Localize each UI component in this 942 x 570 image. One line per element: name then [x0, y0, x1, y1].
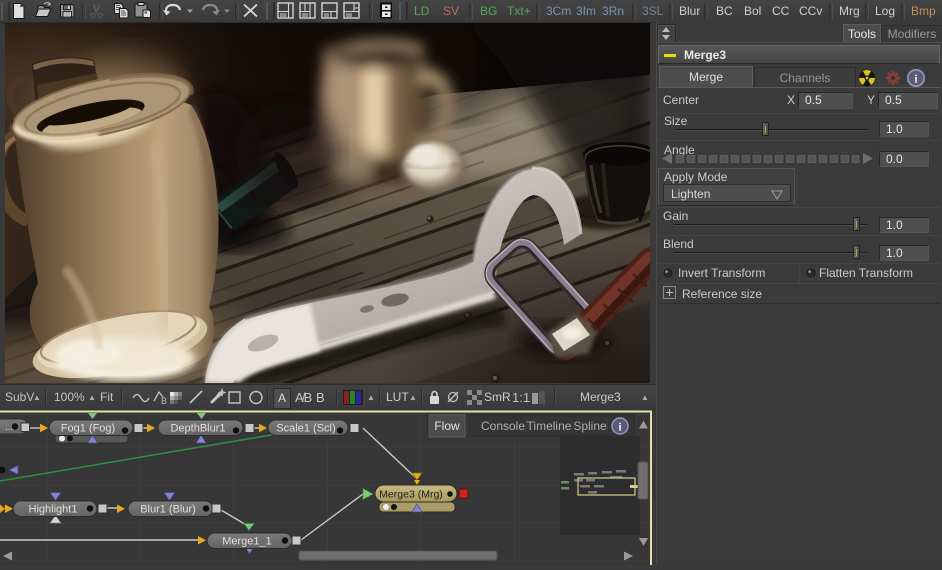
svg-text:DepthBlur1: DepthBlur1 [170, 423, 225, 435]
svg-text:Timeline: Timeline [527, 419, 572, 433]
svg-text:Highlight1: Highlight1 [29, 504, 78, 516]
svg-text:Scale1 (Scl): Scale1 (Scl) [276, 423, 335, 435]
svg-text:Merge3 (Mrg): Merge3 (Mrg) [379, 489, 443, 501]
svg-text:B: B [161, 396, 167, 406]
svg-text:Flow: Flow [434, 419, 460, 433]
svg-text:Merge1_1: Merge1_1 [222, 536, 272, 548]
svg-text:Console: Console [481, 419, 525, 433]
svg-text:Blur1 (Blur): Blur1 (Blur) [140, 504, 196, 516]
svg-text:Spline: Spline [573, 419, 607, 433]
svg-text:Fog1 (Fog): Fog1 (Fog) [61, 423, 115, 435]
